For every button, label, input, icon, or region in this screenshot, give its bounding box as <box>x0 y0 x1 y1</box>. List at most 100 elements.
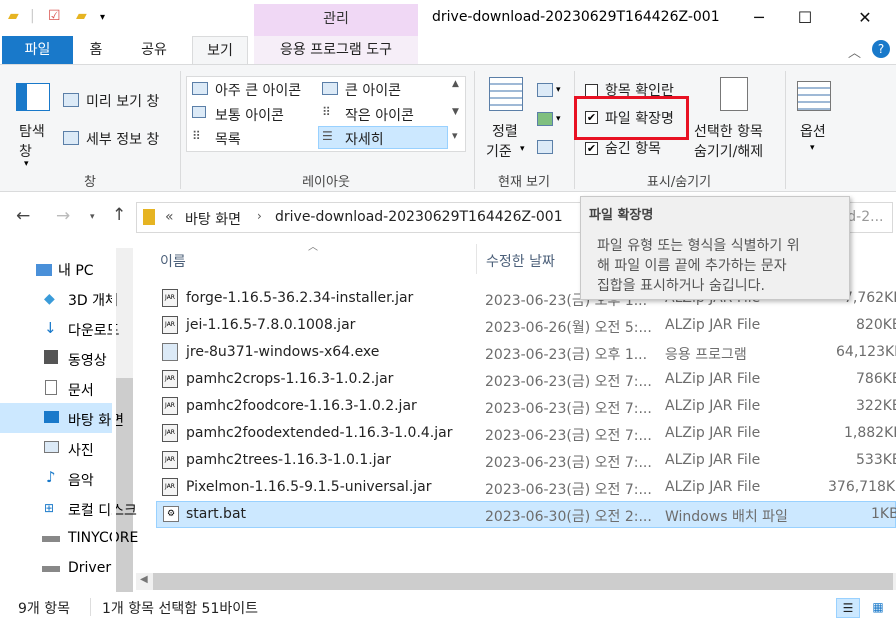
status-bar: 9개 항목 1개 항목 선택함 51바이트 ☰ ▦ <box>0 594 896 623</box>
layout-extra-large-icons[interactable]: 아주 큰 아이콘 <box>215 80 301 100</box>
column-header-date[interactable]: 수정한 날짜 <box>486 251 555 271</box>
up-arrow-icon[interactable]: ↑ <box>112 205 126 225</box>
hidden-items-checkbox[interactable]: ✔ <box>585 142 598 155</box>
pc-icon <box>36 264 52 276</box>
sort-ascending-icon: ︿ <box>308 242 318 253</box>
music-icon: ♪ <box>46 468 56 486</box>
small-icons-icon: ⠿ <box>322 105 331 119</box>
nav-item-videos[interactable]: 동영상 <box>68 350 107 370</box>
batch-file-icon: ⚙ <box>163 506 179 522</box>
file-size: 322KB <box>856 398 896 414</box>
chevron-down-icon[interactable]: ▾ <box>520 144 525 154</box>
horizontal-scrollbar[interactable]: ◀ <box>136 573 896 590</box>
medium-icons-icon <box>192 106 206 118</box>
file-row[interactable]: jre-8u371-windows-x64.exe 2023-06-23(금) … <box>156 339 896 366</box>
group-by-icon[interactable] <box>537 83 553 97</box>
column-divider[interactable] <box>476 244 477 274</box>
navigation-pane-icon[interactable] <box>16 83 50 111</box>
nav-item-this-pc[interactable]: 내 PC <box>58 260 94 280</box>
nav-item-tinycore[interactable]: TINYCORE <box>68 530 138 546</box>
pictures-icon <box>44 441 59 453</box>
file-row[interactable]: JAR Pixelmon-1.16.5-9.1.5-universal.jar … <box>156 474 896 501</box>
preview-pane-button[interactable]: 미리 보기 창 <box>86 91 159 111</box>
forward-arrow-icon[interactable]: → <box>56 206 70 226</box>
sort-by-icon[interactable] <box>489 77 523 111</box>
layout-list[interactable]: 목록 <box>215 129 241 149</box>
help-icon[interactable]: ? <box>872 40 890 58</box>
file-row[interactable]: JAR jei-1.16.5-7.8.0.1008.jar 2023-06-26… <box>156 312 896 339</box>
file-row[interactable]: JAR pamhc2foodcore-1.16.3-1.0.2.jar 2023… <box>156 393 896 420</box>
options-button[interactable]: 옵션 <box>800 121 826 141</box>
customize-qat-icon[interactable]: ▾ <box>100 12 105 23</box>
hide-selected-label2[interactable]: 숨기기/해제 <box>694 141 763 161</box>
file-row[interactable]: JAR pamhc2foodextended-1.16.3-1.0.4.jar … <box>156 420 896 447</box>
ribbon-tabs: 파일 홈 공유 보기 응용 프로그램 도구 ︿ ? <box>0 36 896 65</box>
scrollbar-thumb[interactable] <box>153 573 893 590</box>
file-row[interactable]: JAR pamhc2trees-1.16.3-1.0.1.jar 2023-06… <box>156 447 896 474</box>
tab-share[interactable]: 공유 <box>128 36 180 64</box>
maximize-button[interactable]: ☐ <box>782 6 828 30</box>
nav-item-local-disk[interactable]: 로컬 디스크 <box>68 500 137 520</box>
column-header-name[interactable]: 이름 <box>160 251 186 271</box>
properties-icon[interactable]: ☑ <box>48 8 61 24</box>
nav-item-documents[interactable]: 문서 <box>68 380 94 400</box>
navigation-pane-label2[interactable]: 창 <box>19 141 32 161</box>
file-name: jre-8u371-windows-x64.exe <box>186 344 380 360</box>
file-row[interactable]: JAR pamhc2crops-1.16.3-1.0.2.jar 2023-06… <box>156 366 896 393</box>
chevron-up-icon[interactable]: ︿ <box>848 42 861 61</box>
details-view-icon[interactable]: ☰ <box>836 598 860 618</box>
large-icons-view-icon[interactable]: ▦ <box>866 598 890 618</box>
file-row[interactable]: ⚙ start.bat 2023-06-30(금) 오전 2:... Windo… <box>156 501 896 528</box>
minimize-button[interactable]: ─ <box>736 6 782 30</box>
scroll-down-icon[interactable]: ▼ <box>452 107 459 117</box>
chevron-down-icon[interactable]: ▾ <box>24 159 29 169</box>
options-icon[interactable] <box>797 81 831 111</box>
nav-item-music[interactable]: 음악 <box>68 470 94 490</box>
tab-file[interactable]: 파일 <box>2 36 73 64</box>
overflow-chevron[interactable]: « <box>165 209 174 225</box>
hide-selected-label[interactable]: 선택한 항목 <box>694 121 763 141</box>
layout-details[interactable]: 자세히 <box>345 129 384 149</box>
3d-objects-icon: ◆ <box>44 291 55 307</box>
file-name: pamhc2crops-1.16.3-1.0.2.jar <box>186 371 394 387</box>
nav-item-3d-objects[interactable]: 3D 개체 <box>68 290 118 310</box>
nav-item-driver[interactable]: Driver <box>68 560 111 576</box>
hidden-items-label[interactable]: 숨긴 항목 <box>605 138 661 158</box>
sort-by-label2[interactable]: 기준 <box>486 141 512 161</box>
breadcrumb-folder[interactable]: drive-download-20230629T164426Z-001 <box>275 209 563 225</box>
hide-selected-icon[interactable] <box>720 77 748 111</box>
more-layouts-icon[interactable]: ▾ <box>452 129 458 142</box>
breadcrumb-desktop[interactable]: 바탕 화면 <box>185 209 241 229</box>
tooltip: 파일 확장명 파일 유형 또는 형식을 식별하기 위 해 파일 이름 끝에 추가… <box>580 196 850 300</box>
drive-icon <box>42 536 60 542</box>
scroll-up-icon[interactable]: ▲ <box>452 79 459 89</box>
close-button[interactable]: ✕ <box>842 6 888 30</box>
sort-by-label[interactable]: 정렬 <box>492 121 518 141</box>
navigation-pane-label[interactable]: 탐색 <box>19 121 45 141</box>
scroll-left-icon[interactable]: ◀ <box>140 574 148 585</box>
chevron-down-icon[interactable]: ▾ <box>810 143 815 153</box>
nav-item-pictures[interactable]: 사진 <box>68 440 94 460</box>
tab-app-tools[interactable]: 응용 프로그램 도구 <box>254 36 418 64</box>
layout-large-icons[interactable]: 큰 아이콘 <box>345 80 401 100</box>
chevron-right-icon[interactable]: › <box>257 209 262 223</box>
size-columns-icon[interactable] <box>537 140 553 154</box>
chevron-down-icon[interactable]: ▾ <box>556 114 561 124</box>
jar-file-icon: JAR <box>162 397 178 415</box>
file-type: 응용 프로그램 <box>665 347 747 363</box>
exe-file-icon <box>162 343 178 361</box>
layout-medium-icons[interactable]: 보통 아이콘 <box>215 105 284 125</box>
file-date: 2023-06-23(금) 오전 7:... <box>485 428 652 444</box>
back-arrow-icon[interactable]: ← <box>16 206 30 226</box>
add-columns-icon[interactable] <box>537 112 553 126</box>
tab-view[interactable]: 보기 <box>192 36 248 65</box>
chevron-down-icon[interactable]: ▾ <box>556 85 561 95</box>
tooltip-body-line2: 해 파일 이름 끝에 추가하는 문자 <box>597 258 787 274</box>
details-pane-button[interactable]: 세부 정보 창 <box>86 129 159 149</box>
new-folder-icon[interactable]: ▰ <box>76 8 87 24</box>
layout-small-icons[interactable]: 작은 아이콘 <box>345 105 414 125</box>
file-type: ALZip JAR File <box>665 452 761 468</box>
tab-home[interactable]: 홈 <box>78 36 114 64</box>
ribbon: 탐색 창 ▾ 미리 보기 창 세부 정보 창 창 아주 큰 아이콘 큰 아이콘 … <box>0 64 896 192</box>
recent-locations-icon[interactable]: ▾ <box>90 212 95 222</box>
